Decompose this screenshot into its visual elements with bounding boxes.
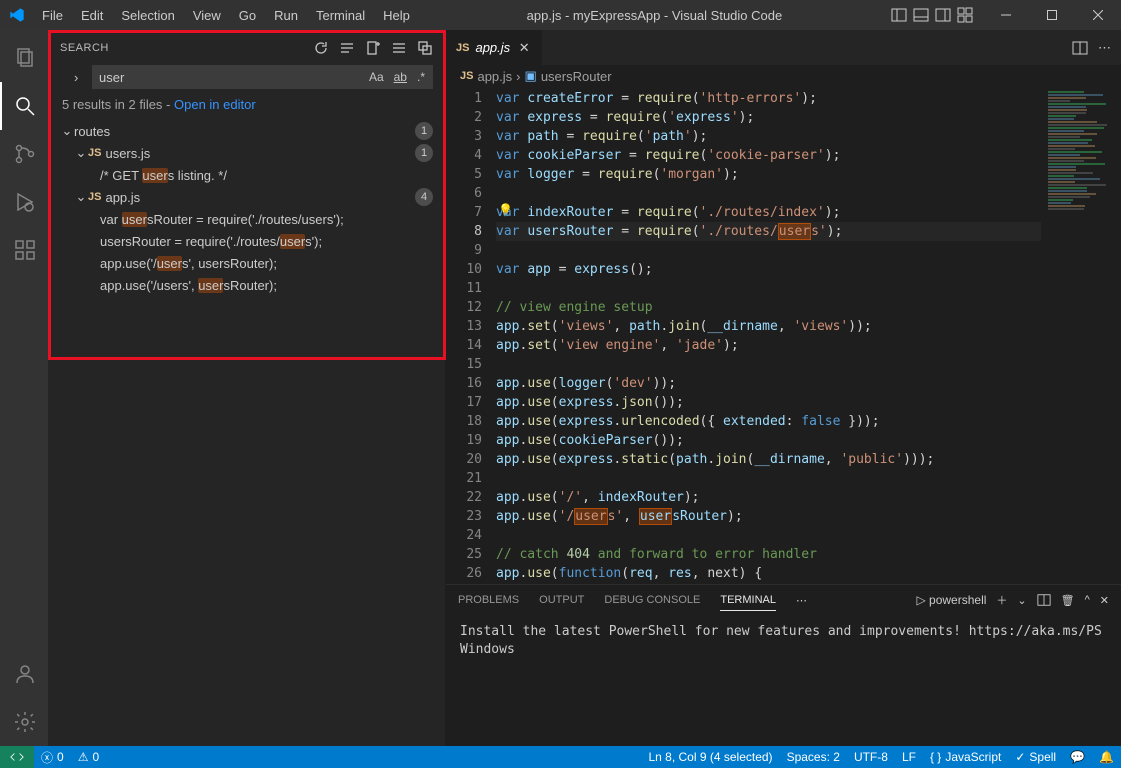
status-spell[interactable]: ✓ Spell — [1008, 746, 1063, 768]
search-results-tree: ⌄routes1 ⌄JSusers.js1 /* GET users listi… — [48, 120, 445, 296]
minimize-button[interactable] — [983, 0, 1029, 30]
maximize-button[interactable] — [1029, 0, 1075, 30]
extensions-icon[interactable] — [0, 226, 48, 274]
new-file-icon[interactable] — [365, 40, 381, 56]
menu-terminal[interactable]: Terminal — [308, 4, 373, 27]
title-bar: File Edit Selection View Go Run Terminal… — [0, 0, 1121, 30]
result-row[interactable]: usersRouter = require('./routes/users'); — [54, 230, 439, 252]
window-title: app.js - myExpressApp - Visual Studio Co… — [418, 8, 891, 23]
run-debug-icon[interactable] — [0, 178, 48, 226]
status-encoding[interactable]: UTF-8 — [847, 746, 895, 768]
search-sidebar: SEARCH › Aa ab .* — [48, 30, 446, 746]
more-icon[interactable]: ⋯ — [796, 594, 807, 607]
collapse-icon[interactable] — [391, 40, 407, 56]
terminal-profile[interactable]: ▷ powershell — [916, 593, 986, 607]
match-word-icon[interactable]: ab — [391, 69, 410, 85]
panel-tab-debug[interactable]: DEBUG CONSOLE — [604, 590, 700, 610]
refresh-icon[interactable] — [313, 40, 329, 56]
panel-tab-problems[interactable]: PROBLEMS — [458, 590, 519, 610]
search-input[interactable] — [93, 70, 366, 85]
js-file-icon: JS — [88, 191, 101, 203]
clear-icon[interactable] — [339, 40, 355, 56]
open-in-editor-link[interactable]: Open in editor — [174, 97, 256, 112]
layout-bottom-icon[interactable] — [913, 7, 929, 23]
remote-icon[interactable] — [0, 746, 34, 768]
search-icon[interactable] — [0, 82, 48, 130]
status-errors[interactable]: ⓧ 0 — [34, 746, 71, 768]
menu-selection[interactable]: Selection — [113, 4, 182, 27]
editor-area: JS app.js ✕ ⋯ JS app.js › ▣ usersRouter … — [446, 30, 1121, 746]
tab-appjs[interactable]: JS app.js ✕ — [446, 30, 543, 65]
menu-go[interactable]: Go — [231, 4, 264, 27]
layout-controls — [891, 7, 983, 23]
terminal-dropdown-icon[interactable]: ⌄ — [1017, 594, 1026, 607]
expand-icon[interactable] — [417, 40, 433, 56]
js-file-icon: JS — [460, 70, 473, 82]
more-icon[interactable]: ⋯ — [1098, 40, 1111, 56]
match-case-icon[interactable]: Aa — [366, 69, 387, 85]
status-feedback-icon[interactable]: 💬 — [1063, 746, 1092, 768]
tab-label: app.js — [475, 40, 510, 55]
result-row[interactable]: app.use('/users', usersRouter); — [54, 252, 439, 274]
status-lncol[interactable]: Ln 8, Col 9 (4 selected) — [641, 746, 779, 768]
bottom-panel: PROBLEMS OUTPUT DEBUG CONSOLE TERMINAL ⋯… — [446, 584, 1121, 746]
menu-view[interactable]: View — [185, 4, 229, 27]
maximize-panel-icon[interactable]: ^ — [1085, 594, 1090, 606]
result-row[interactable]: var usersRouter = require('./routes/user… — [54, 208, 439, 230]
editor[interactable]: 1234567891011121314151617181920212223242… — [446, 87, 1121, 584]
status-bar: ⓧ 0 ⚠ 0 Ln 8, Col 9 (4 selected) Spaces:… — [0, 746, 1121, 768]
minimap[interactable] — [1041, 87, 1121, 584]
status-language[interactable]: { } JavaScript — [923, 746, 1008, 768]
settings-gear-icon[interactable] — [0, 698, 48, 746]
js-file-icon: JS — [88, 147, 101, 159]
activity-bar — [0, 30, 48, 746]
close-panel-icon[interactable]: ✕ — [1100, 594, 1109, 607]
result-row[interactable]: app.use('/users', usersRouter); — [54, 274, 439, 296]
menu-bar: File Edit Selection View Go Run Terminal… — [34, 4, 418, 27]
search-summary: 5 results in 2 files - Open in editor — [48, 89, 445, 120]
result-row[interactable]: /* GET users listing. */ — [54, 164, 439, 186]
status-eol[interactable]: LF — [895, 746, 923, 768]
breadcrumb[interactable]: JS app.js › ▣ usersRouter — [446, 65, 1121, 87]
close-button[interactable] — [1075, 0, 1121, 30]
editor-tabs: JS app.js ✕ ⋯ — [446, 30, 1121, 65]
vscode-logo-icon — [0, 7, 34, 23]
js-file-icon: JS — [456, 42, 469, 54]
panel-tab-terminal[interactable]: TERMINAL — [720, 590, 776, 611]
menu-file[interactable]: File — [34, 4, 71, 27]
menu-edit[interactable]: Edit — [73, 4, 111, 27]
split-editor-icon[interactable] — [1072, 40, 1088, 56]
regex-icon[interactable]: .* — [414, 69, 428, 85]
accounts-icon[interactable] — [0, 650, 48, 698]
layout-custom-icon[interactable] — [957, 7, 973, 23]
folder-row[interactable]: ⌄routes1 — [54, 120, 439, 142]
split-terminal-icon[interactable] — [1037, 593, 1051, 607]
layout-left-icon[interactable] — [891, 7, 907, 23]
close-tab-icon[interactable]: ✕ — [516, 40, 532, 56]
status-warnings[interactable]: ⚠ 0 — [71, 746, 106, 768]
panel-tab-output[interactable]: OUTPUT — [539, 590, 584, 610]
file-row[interactable]: ⌄JSusers.js1 — [54, 142, 439, 164]
sidebar-title: SEARCH — [60, 42, 313, 54]
source-control-icon[interactable] — [0, 130, 48, 178]
status-bell-icon[interactable]: 🔔 — [1092, 746, 1121, 768]
explorer-icon[interactable] — [0, 34, 48, 82]
file-row[interactable]: ⌄JSapp.js4 — [54, 186, 439, 208]
new-terminal-icon[interactable]: ＋ — [996, 592, 1007, 608]
menu-run[interactable]: Run — [266, 4, 306, 27]
status-spaces[interactable]: Spaces: 2 — [780, 746, 847, 768]
toggle-replace-icon[interactable]: › — [74, 70, 86, 85]
layout-right-icon[interactable] — [935, 7, 951, 23]
terminal-body[interactable]: Install the latest PowerShell for new fe… — [446, 615, 1121, 746]
kill-terminal-icon[interactable]: 🗑 — [1061, 594, 1075, 607]
menu-help[interactable]: Help — [375, 4, 418, 27]
